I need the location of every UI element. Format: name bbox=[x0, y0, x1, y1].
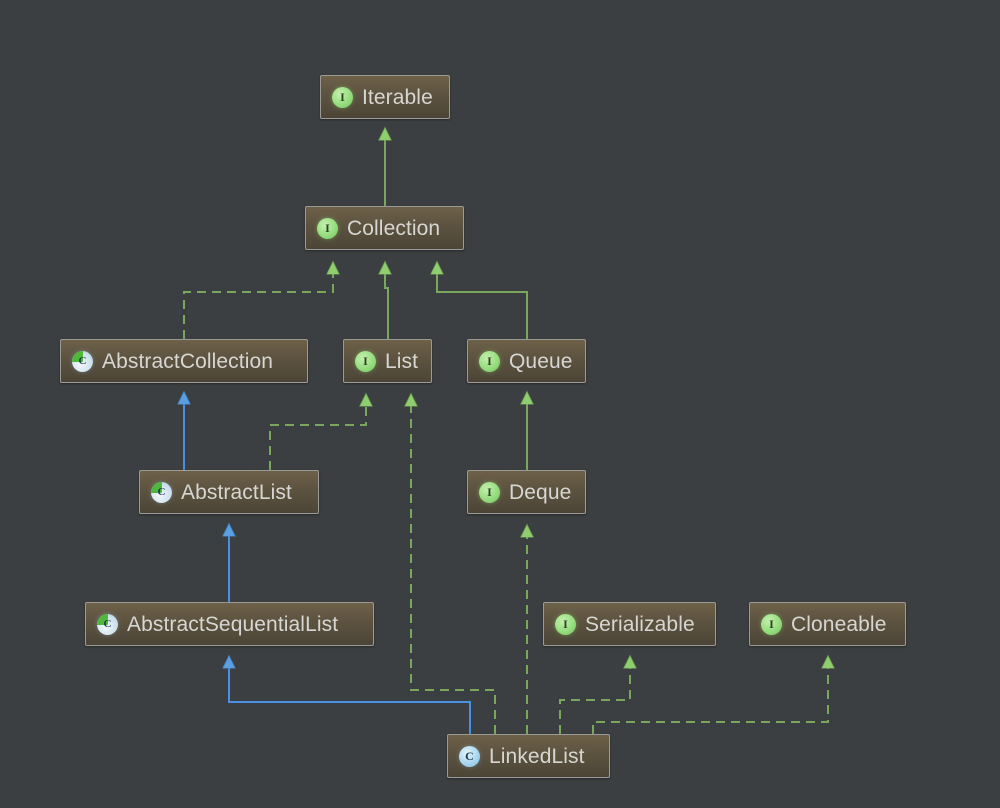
edge-abstractcollection-to-collection bbox=[183, 262, 333, 339]
class-hierarchy-diagram: I Iterable I Collection C AbstractCollec… bbox=[0, 0, 1000, 808]
node-label: Iterable bbox=[362, 85, 433, 109]
edge-linkedlist-to-cloneable bbox=[592, 656, 828, 734]
node-deque[interactable]: I Deque bbox=[467, 470, 586, 514]
abstract-class-icon: C bbox=[72, 350, 93, 372]
node-abstractsequentiallist[interactable]: C AbstractSequentialList bbox=[85, 602, 374, 646]
interface-icon: I bbox=[479, 481, 500, 503]
node-collection[interactable]: I Collection bbox=[305, 206, 464, 250]
node-label: Cloneable bbox=[791, 612, 887, 636]
interface-icon: I bbox=[761, 613, 782, 635]
class-icon: C bbox=[459, 745, 480, 767]
edge-queue-to-collection bbox=[437, 262, 528, 339]
node-label: Collection bbox=[347, 216, 441, 240]
interface-icon: I bbox=[479, 350, 500, 372]
abstract-class-icon: C bbox=[97, 613, 118, 635]
edge-linkedlist-to-list bbox=[411, 394, 496, 734]
node-queue[interactable]: I Queue bbox=[467, 339, 586, 383]
edge-list-to-collection bbox=[385, 262, 388, 339]
node-list[interactable]: I List bbox=[343, 339, 432, 383]
edge-linkedlist-to-serializable bbox=[559, 656, 630, 734]
interface-icon: I bbox=[317, 217, 338, 239]
node-cloneable[interactable]: I Cloneable bbox=[749, 602, 906, 646]
abstract-class-icon: C bbox=[151, 481, 172, 503]
node-label: Deque bbox=[509, 480, 572, 504]
node-linkedlist[interactable]: C LinkedList bbox=[447, 734, 610, 778]
interface-icon: I bbox=[355, 350, 376, 372]
node-abstractcollection[interactable]: C AbstractCollection bbox=[60, 339, 308, 383]
node-iterable[interactable]: I Iterable bbox=[320, 75, 450, 119]
node-label: AbstractCollection bbox=[102, 349, 274, 373]
interface-icon: I bbox=[332, 86, 353, 108]
edge-linkedlist-to-abstractsequentiallist bbox=[229, 656, 471, 734]
edge-layer bbox=[0, 0, 1000, 734]
node-serializable[interactable]: I Serializable bbox=[543, 602, 716, 646]
node-label: AbstractList bbox=[181, 480, 292, 504]
node-label: LinkedList bbox=[489, 744, 585, 768]
edge-abstractlist-to-list bbox=[269, 394, 366, 470]
node-label: Serializable bbox=[585, 612, 695, 636]
node-abstractlist[interactable]: C AbstractList bbox=[139, 470, 319, 514]
node-label: Queue bbox=[509, 349, 573, 373]
interface-icon: I bbox=[555, 613, 576, 635]
node-label: AbstractSequentialList bbox=[127, 612, 339, 636]
node-label: List bbox=[385, 349, 419, 373]
